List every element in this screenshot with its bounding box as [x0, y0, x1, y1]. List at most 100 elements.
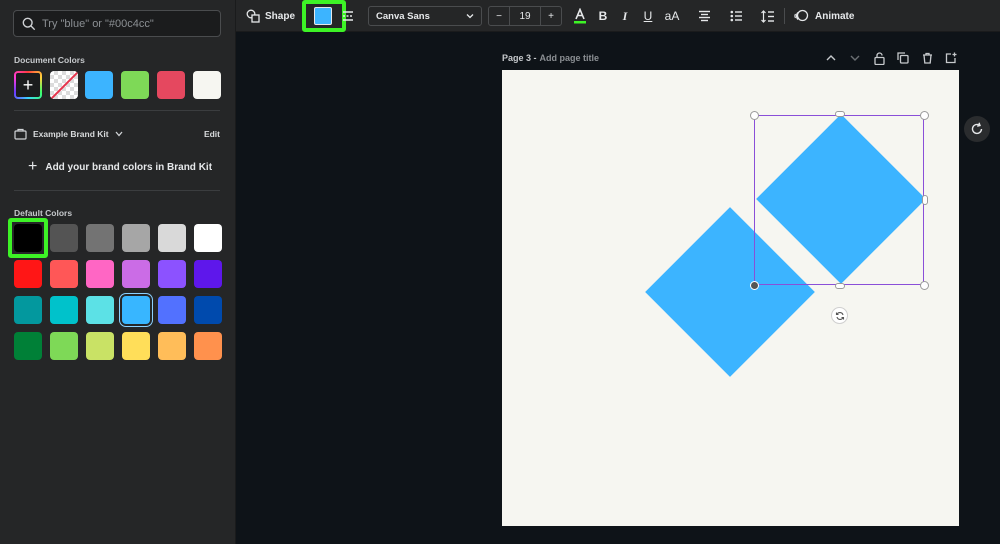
default-color-swatch[interactable]: [122, 224, 150, 252]
document-color-swatch[interactable]: [121, 71, 149, 99]
default-color-swatch[interactable]: [194, 260, 222, 288]
border-style-button[interactable]: [340, 8, 356, 24]
default-color-swatch[interactable]: [14, 260, 42, 288]
animate-label: Animate: [815, 10, 855, 22]
add-brand-colors-label: Add your brand colors in Brand Kit: [45, 161, 213, 173]
transparent-swatch[interactable]: [50, 71, 78, 99]
page-actions: [824, 50, 958, 66]
font-size-value[interactable]: 19: [509, 7, 541, 25]
list-button[interactable]: [728, 8, 744, 24]
shape-button[interactable]: Shape: [246, 0, 295, 32]
resize-handle[interactable]: [750, 111, 759, 120]
document-color-swatch[interactable]: [85, 71, 113, 99]
letter-case-icon: aA: [664, 9, 680, 23]
resize-handle[interactable]: [920, 281, 929, 290]
chevron-up-icon[interactable]: [824, 51, 838, 65]
page-number-label: Page 3 -: [502, 53, 537, 63]
default-color-swatch[interactable]: [86, 224, 114, 252]
document-color-swatch[interactable]: [157, 71, 185, 99]
add-page-icon[interactable]: [944, 51, 958, 65]
default-color-swatch[interactable]: [50, 224, 78, 252]
brand-kit-selector[interactable]: Example Brand Kit: [14, 128, 123, 140]
rotate-icon: [835, 311, 844, 320]
search-icon: [22, 17, 36, 30]
color-panel: Document Colors + Example Brand Kit Edit…: [0, 0, 236, 544]
brand-kit-icon: [14, 128, 27, 140]
shape-label: Shape: [265, 10, 296, 22]
selection-box: [754, 115, 924, 285]
default-color-swatch[interactable]: [86, 260, 114, 288]
underline-button[interactable]: U: [640, 8, 656, 24]
resize-handle[interactable]: [920, 111, 929, 120]
default-color-swatch[interactable]: [158, 260, 186, 288]
default-color-swatch[interactable]: [194, 224, 222, 252]
spacing-button[interactable]: [760, 8, 776, 24]
duplicate-icon[interactable]: [896, 51, 910, 65]
font-family-dropdown[interactable]: Canva Sans: [368, 6, 482, 26]
default-color-swatch[interactable]: [50, 296, 78, 324]
editor-toolbar: Shape Canva Sans − 19 + B I U aA Animate: [236, 0, 1000, 32]
design-page[interactable]: [502, 70, 959, 526]
animate-button[interactable]: Animate: [794, 0, 854, 32]
default-color-swatch[interactable]: [194, 332, 222, 360]
refresh-icon: [971, 122, 983, 135]
default-color-swatch[interactable]: [14, 332, 42, 360]
default-color-swatch[interactable]: [50, 332, 78, 360]
chevron-down-icon: [466, 14, 474, 19]
font-family-value: Canva Sans: [376, 10, 430, 22]
default-color-swatch[interactable]: [122, 296, 150, 324]
default-color-swatch[interactable]: [194, 296, 222, 324]
increase-font-size-button[interactable]: +: [541, 7, 561, 25]
italic-icon: I: [622, 8, 628, 23]
plus-icon: +: [28, 158, 38, 175]
toolbar-divider: [784, 8, 785, 24]
default-color-swatch[interactable]: [86, 296, 114, 324]
add-brand-colors-button[interactable]: + Add your brand colors in Brand Kit: [28, 158, 212, 176]
black-swatch-highlight: [8, 218, 48, 258]
color-search-input[interactable]: [42, 17, 212, 30]
fill-color-button[interactable]: [314, 7, 332, 25]
lock-icon[interactable]: [872, 51, 886, 65]
align-center-button[interactable]: [696, 8, 712, 24]
default-color-swatch[interactable]: [14, 296, 42, 324]
font-size-stepper: − 19 +: [488, 6, 562, 26]
chevron-down-icon: [115, 131, 123, 137]
border-style-icon: [343, 11, 353, 21]
divider: [14, 110, 220, 111]
resize-handle[interactable]: [750, 281, 759, 290]
default-color-swatch[interactable]: [122, 260, 150, 288]
bold-button[interactable]: B: [595, 8, 611, 24]
brand-kit-name: Example Brand Kit: [33, 129, 109, 139]
brand-kit-edit-link[interactable]: Edit: [204, 129, 220, 139]
default-color-swatch[interactable]: [158, 296, 186, 324]
letter-case-button[interactable]: aA: [662, 8, 682, 24]
animate-icon: [794, 9, 809, 22]
spacing-icon: [761, 9, 774, 23]
resize-handle[interactable]: [835, 283, 845, 289]
align-center-icon: [698, 10, 710, 22]
text-color-button[interactable]: [572, 8, 588, 24]
underline-icon: U: [643, 9, 653, 23]
chevron-down-icon[interactable]: [848, 51, 862, 65]
decrease-font-size-button[interactable]: −: [489, 7, 509, 25]
rotate-handle[interactable]: [831, 307, 848, 324]
resize-handle[interactable]: [922, 195, 928, 205]
default-color-swatch[interactable]: [158, 332, 186, 360]
document-color-swatch[interactable]: [193, 71, 221, 99]
resize-handle[interactable]: [835, 111, 845, 117]
plus-icon: +: [22, 74, 34, 95]
default-color-swatch[interactable]: [86, 332, 114, 360]
list-icon: [730, 10, 742, 22]
color-search-box[interactable]: [13, 10, 221, 37]
italic-button[interactable]: I: [617, 8, 633, 24]
default-color-swatch[interactable]: [50, 260, 78, 288]
refresh-comment-button[interactable]: [964, 116, 990, 142]
divider: [14, 190, 220, 191]
add-color-button[interactable]: +: [14, 71, 42, 99]
default-color-swatch[interactable]: [122, 332, 150, 360]
text-color-icon: [574, 8, 586, 24]
shape-icon: [246, 9, 260, 23]
default-color-swatch[interactable]: [158, 224, 186, 252]
page-title-input[interactable]: Add page title: [540, 53, 600, 63]
trash-icon[interactable]: [920, 51, 934, 65]
